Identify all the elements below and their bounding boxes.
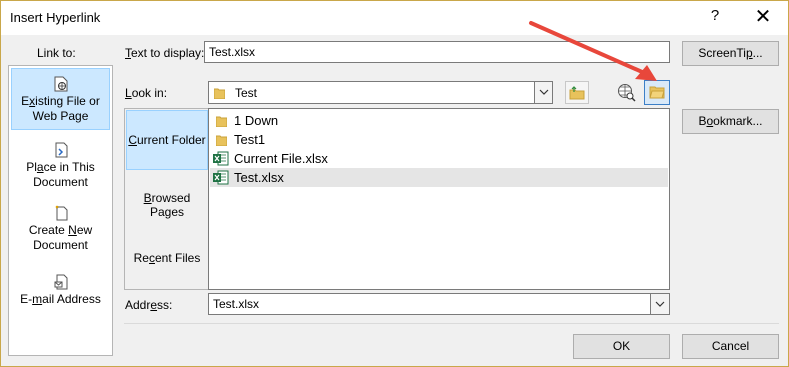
folder-icon — [216, 135, 227, 146]
excel-icon — [213, 151, 229, 166]
list-item[interactable]: Current File.xlsx — [210, 149, 668, 168]
look-in-value: Test — [235, 86, 258, 100]
file-list: 1 Down Test1 Current File.xlsx Test.xlsx — [208, 108, 670, 290]
file-globe-icon — [54, 76, 67, 92]
help-button[interactable]: ? — [706, 7, 724, 27]
look-in-dropdown[interactable]: Test — [208, 81, 553, 104]
annotation-arrow-icon — [529, 21, 657, 81]
new-document-icon — [55, 205, 67, 221]
excel-icon — [213, 170, 229, 185]
insert-hyperlink-dialog: Insert Hyperlink ? ✕ Link to: Existing F… — [0, 0, 789, 367]
divider — [124, 323, 779, 324]
link-to-create-new-document[interactable]: Create New Document — [11, 205, 110, 255]
address-dropdown-arrow[interactable] — [650, 294, 669, 314]
location-nav-panel: Current Folder Browsed Pages Recent File… — [124, 108, 209, 290]
list-item[interactable]: Test1 — [210, 130, 668, 149]
nav-current-folder[interactable]: Current Folder — [126, 110, 208, 170]
link-to-panel: Existing File or Web Page Place in This … — [8, 65, 113, 356]
list-item[interactable]: Test.xlsx — [210, 168, 668, 187]
screentip-button[interactable]: ScreenTip... — [682, 41, 779, 66]
folder-icon — [214, 88, 225, 99]
address-label: Address: — [125, 298, 173, 312]
cancel-button[interactable]: Cancel — [682, 334, 779, 359]
link-to-heading: Link to: — [37, 46, 76, 60]
chevron-down-icon — [655, 301, 665, 307]
document-arrow-icon — [55, 142, 67, 158]
nav-recent-files[interactable]: Recent Files — [126, 251, 208, 271]
link-to-email-address[interactable]: E-mail Address — [11, 274, 110, 310]
link-to-existing-file[interactable]: Existing File or Web Page — [11, 68, 110, 130]
look-in-label: Look in: — [125, 86, 168, 100]
ok-button[interactable]: OK — [573, 334, 670, 359]
bookmark-button[interactable]: Bookmark... — [682, 109, 779, 134]
nav-browsed-pages[interactable]: Browsed Pages — [126, 191, 208, 219]
address-input[interactable]: Test.xlsx — [208, 293, 670, 315]
link-to-place-in-document[interactable]: Place in This Document — [11, 142, 110, 192]
text-to-display-label: Text to display: — [125, 46, 205, 60]
email-icon — [54, 274, 67, 290]
dialog-title: Insert Hyperlink — [10, 10, 101, 25]
folder-icon — [216, 116, 227, 127]
list-item[interactable]: 1 Down — [210, 111, 668, 130]
close-button[interactable]: ✕ — [751, 5, 775, 29]
